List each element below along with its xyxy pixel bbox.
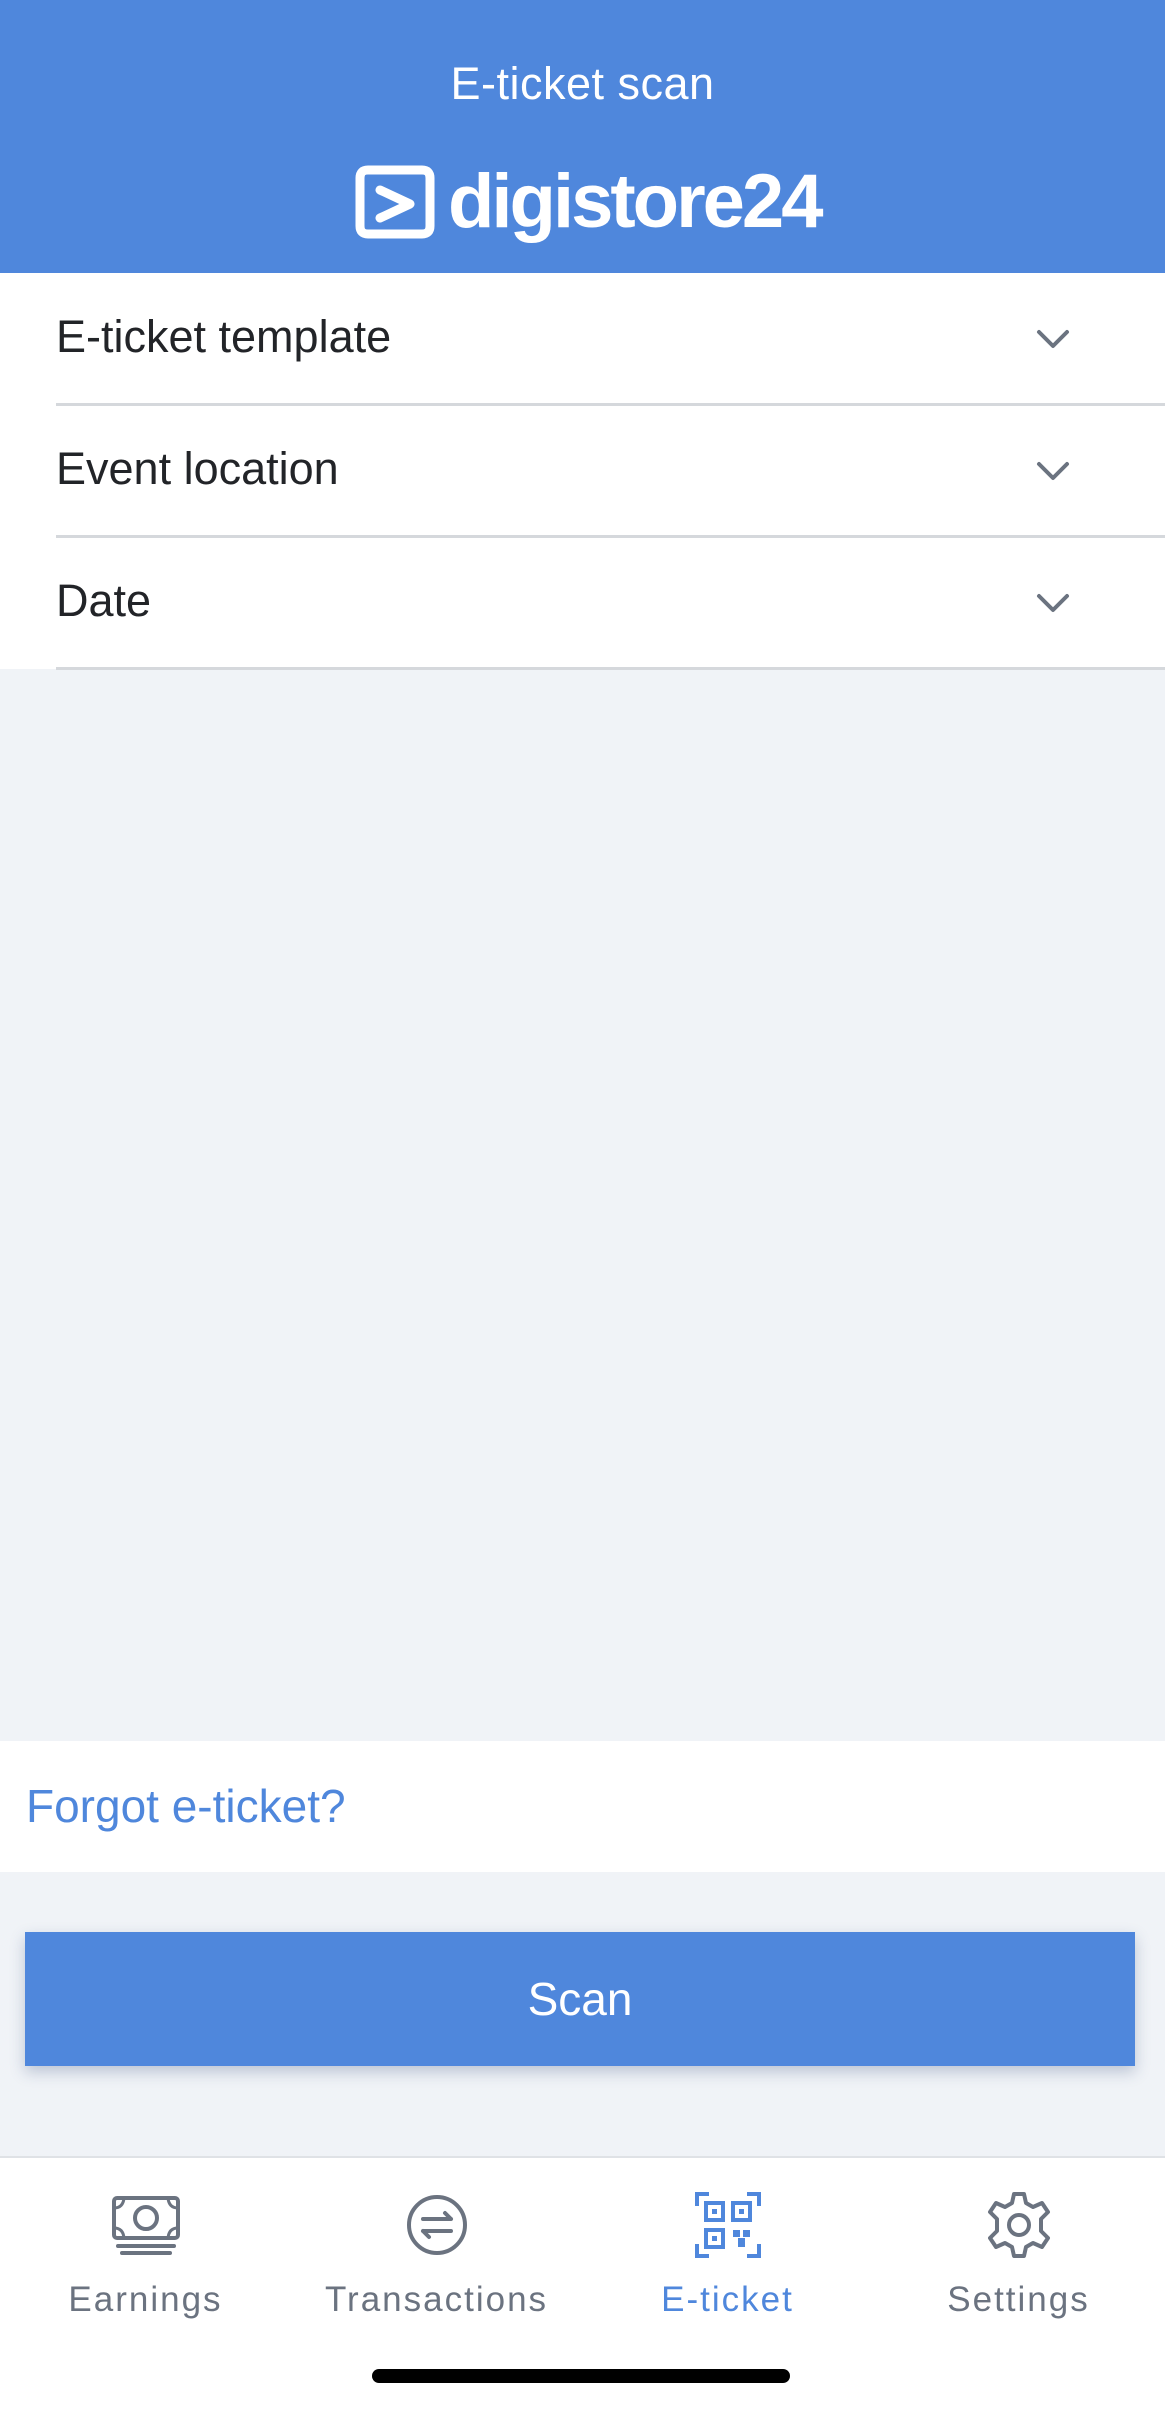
tab-label: Settings — [947, 2280, 1090, 2319]
tab-label: Transactions — [324, 2280, 549, 2319]
home-indicator — [372, 2369, 790, 2383]
tab-label: E-ticket — [661, 2280, 794, 2319]
page-title: E-ticket scan — [450, 58, 715, 109]
event-location-select[interactable]: Event location — [56, 405, 1165, 538]
tab-transactions[interactable]: Transactions — [291, 2188, 582, 2338]
brand-logo-text: digistore24 — [448, 159, 823, 244]
tab-settings[interactable]: Settings — [873, 2188, 1164, 2338]
chevron-down-icon — [1037, 330, 1069, 348]
qr-code-icon — [694, 2192, 761, 2258]
scan-button[interactable]: Scan — [25, 1932, 1135, 2066]
digistore-logo-icon — [354, 160, 436, 244]
tab-eticket[interactable]: E-ticket — [582, 2188, 873, 2338]
tab-label: Earnings — [68, 2280, 223, 2319]
chevron-down-icon — [1037, 462, 1069, 480]
forgot-eticket-section: Forgot e-ticket? — [0, 1741, 1165, 1872]
tab-earnings[interactable]: Earnings — [0, 2188, 291, 2338]
money-icon — [111, 2196, 180, 2255]
filter-label: Event location — [56, 443, 339, 494]
filter-label: E-ticket template — [56, 311, 392, 362]
date-select[interactable]: Date — [56, 537, 1165, 670]
bottom-tab-bar: Earnings Transactions E-ticket Settings — [0, 2156, 1165, 2411]
app-header: E-ticket scan digistore24 — [0, 0, 1165, 273]
brand-logo: digistore24 — [354, 159, 823, 244]
chevron-down-icon — [1037, 594, 1069, 612]
eticket-template-select[interactable]: E-ticket template — [56, 273, 1165, 406]
filter-panel: E-ticket template Event location Date — [0, 273, 1165, 670]
exchange-icon — [406, 2195, 467, 2255]
forgot-eticket-link[interactable]: Forgot e-ticket? — [26, 1779, 346, 1833]
filter-label: Date — [56, 575, 152, 626]
gear-icon — [987, 2192, 1050, 2258]
